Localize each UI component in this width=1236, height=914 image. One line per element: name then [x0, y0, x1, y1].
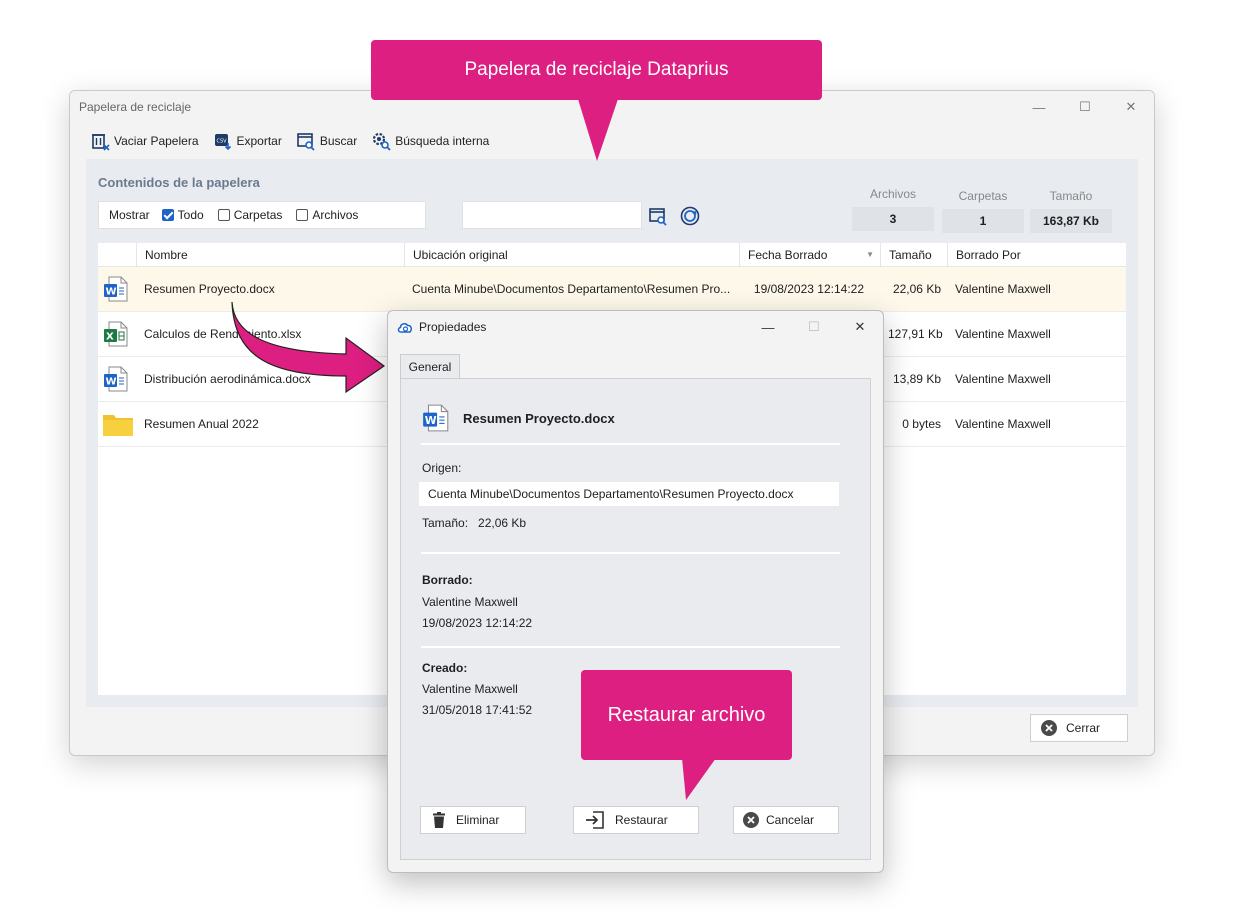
- checkbox-checked-icon: [161, 209, 174, 221]
- restore-button[interactable]: Restaurar: [573, 806, 699, 834]
- delete-button[interactable]: Eliminar: [420, 806, 526, 834]
- svg-text:CSV: CSV: [216, 139, 227, 145]
- close-icon[interactable]: ✕: [1108, 91, 1154, 123]
- divider: [421, 646, 840, 648]
- header-location[interactable]: Ubicación original: [404, 243, 739, 266]
- header-size[interactable]: Tamaño: [880, 243, 947, 266]
- minimize-icon[interactable]: —: [1016, 91, 1062, 123]
- tab-general[interactable]: General: [400, 354, 460, 379]
- filter-files-checkbox[interactable]: Archivos: [296, 208, 358, 222]
- callout-restore: Restaurar archivo: [581, 670, 792, 760]
- origin-field[interactable]: Cuenta Minube\Documentos Departamento\Re…: [419, 482, 839, 506]
- excel-icon: X: [104, 321, 128, 347]
- header-name[interactable]: Nombre: [136, 243, 404, 266]
- close-circle-icon: [1041, 720, 1057, 736]
- table-header: Nombre Ubicación original Fecha Borrado ▼…: [98, 243, 1126, 267]
- refresh-icon[interactable]: [680, 206, 700, 226]
- dialog-title: Propiedades: [419, 320, 487, 334]
- callout-pointer: [578, 99, 618, 161]
- minimize-icon[interactable]: —: [745, 311, 791, 343]
- divider: [421, 443, 840, 445]
- maximize-icon[interactable]: ☐: [1062, 91, 1108, 123]
- close-circle-icon: [743, 812, 759, 828]
- divider: [421, 552, 840, 554]
- files-count: 3: [852, 207, 934, 231]
- header-date[interactable]: Fecha Borrado ▼: [739, 243, 880, 266]
- folders-count: 1: [942, 209, 1024, 233]
- callout-pointer: [682, 758, 716, 800]
- deleted-date: 19/08/2023 12:14:22: [422, 616, 533, 630]
- created-by: Valentine Maxwell: [422, 682, 518, 696]
- svg-text:W: W: [425, 414, 437, 427]
- svg-text:W: W: [106, 287, 117, 298]
- search-window-icon: [297, 133, 315, 151]
- gear-search-icon: [373, 132, 391, 151]
- section-title: Contenidos de la papelera: [98, 175, 260, 190]
- file-name: Resumen Proyecto.docx: [463, 410, 615, 426]
- created-label: Creado:: [422, 661, 468, 675]
- filter-box: Mostrar Todo Carpetas Archivos: [98, 201, 426, 229]
- trash-x-icon: [92, 134, 110, 151]
- file-header: W Resumen Proyecto.docx: [421, 403, 615, 433]
- svg-text:X: X: [106, 332, 114, 343]
- checkbox-icon: [296, 209, 309, 221]
- size-label: Tamaño: 22,06 Kb: [422, 516, 527, 530]
- folder-icon: [103, 415, 133, 436]
- word-icon: W: [104, 366, 128, 392]
- filter-folders-checkbox[interactable]: Carpetas: [217, 208, 282, 222]
- checkbox-icon: [217, 209, 230, 221]
- export-csv-icon: CSV: [214, 134, 231, 151]
- deleted-label: Borrado:: [422, 573, 473, 587]
- origin-label: Origen:: [422, 461, 462, 475]
- word-icon: W: [104, 276, 128, 302]
- curved-arrow-icon: [231, 301, 386, 394]
- trash-icon: [433, 812, 445, 828]
- filter-all-checkbox[interactable]: Todo: [161, 208, 204, 222]
- deleted-by: Valentine Maxwell: [422, 595, 518, 609]
- empty-bin-button[interactable]: Vaciar Papelera: [90, 131, 199, 151]
- callout-title: Papelera de reciclaje Dataprius: [371, 40, 822, 100]
- cloud-sync-icon: [397, 323, 412, 333]
- header-deleted-by[interactable]: Borrado Por: [947, 243, 1126, 266]
- maximize-icon: ☐: [808, 319, 820, 334]
- internal-search-button[interactable]: Búsqueda interna: [371, 131, 489, 151]
- search-button[interactable]: Buscar: [296, 131, 357, 151]
- close-button[interactable]: Cerrar: [1030, 714, 1128, 742]
- search-window-icon[interactable]: [648, 206, 668, 226]
- svg-text:W: W: [106, 377, 117, 388]
- general-panel: W Resumen Proyecto.docx Origen: Cuenta M…: [400, 378, 871, 860]
- total-size: 163,87 Kb: [1030, 209, 1112, 233]
- sort-down-icon: ▼: [866, 250, 874, 259]
- size-stat: Tamaño 163,87 Kb: [1030, 189, 1112, 233]
- size-value: 22,06 Kb: [478, 516, 527, 530]
- cancel-button[interactable]: Cancelar: [733, 806, 839, 834]
- close-icon[interactable]: ✕: [837, 311, 883, 343]
- created-date: 31/05/2018 17:41:52: [422, 703, 533, 717]
- export-button[interactable]: CSV Exportar: [213, 131, 282, 151]
- files-stat: Archivos 3: [852, 187, 934, 231]
- show-label: Mostrar: [109, 208, 150, 222]
- restore-enter-icon: [586, 811, 604, 829]
- folders-stat: Carpetas 1: [942, 189, 1024, 233]
- properties-dialog: Propiedades — ☐ ✕ General W Resumen Proy…: [387, 310, 884, 873]
- word-icon: W: [423, 404, 449, 432]
- search-input[interactable]: [462, 201, 642, 229]
